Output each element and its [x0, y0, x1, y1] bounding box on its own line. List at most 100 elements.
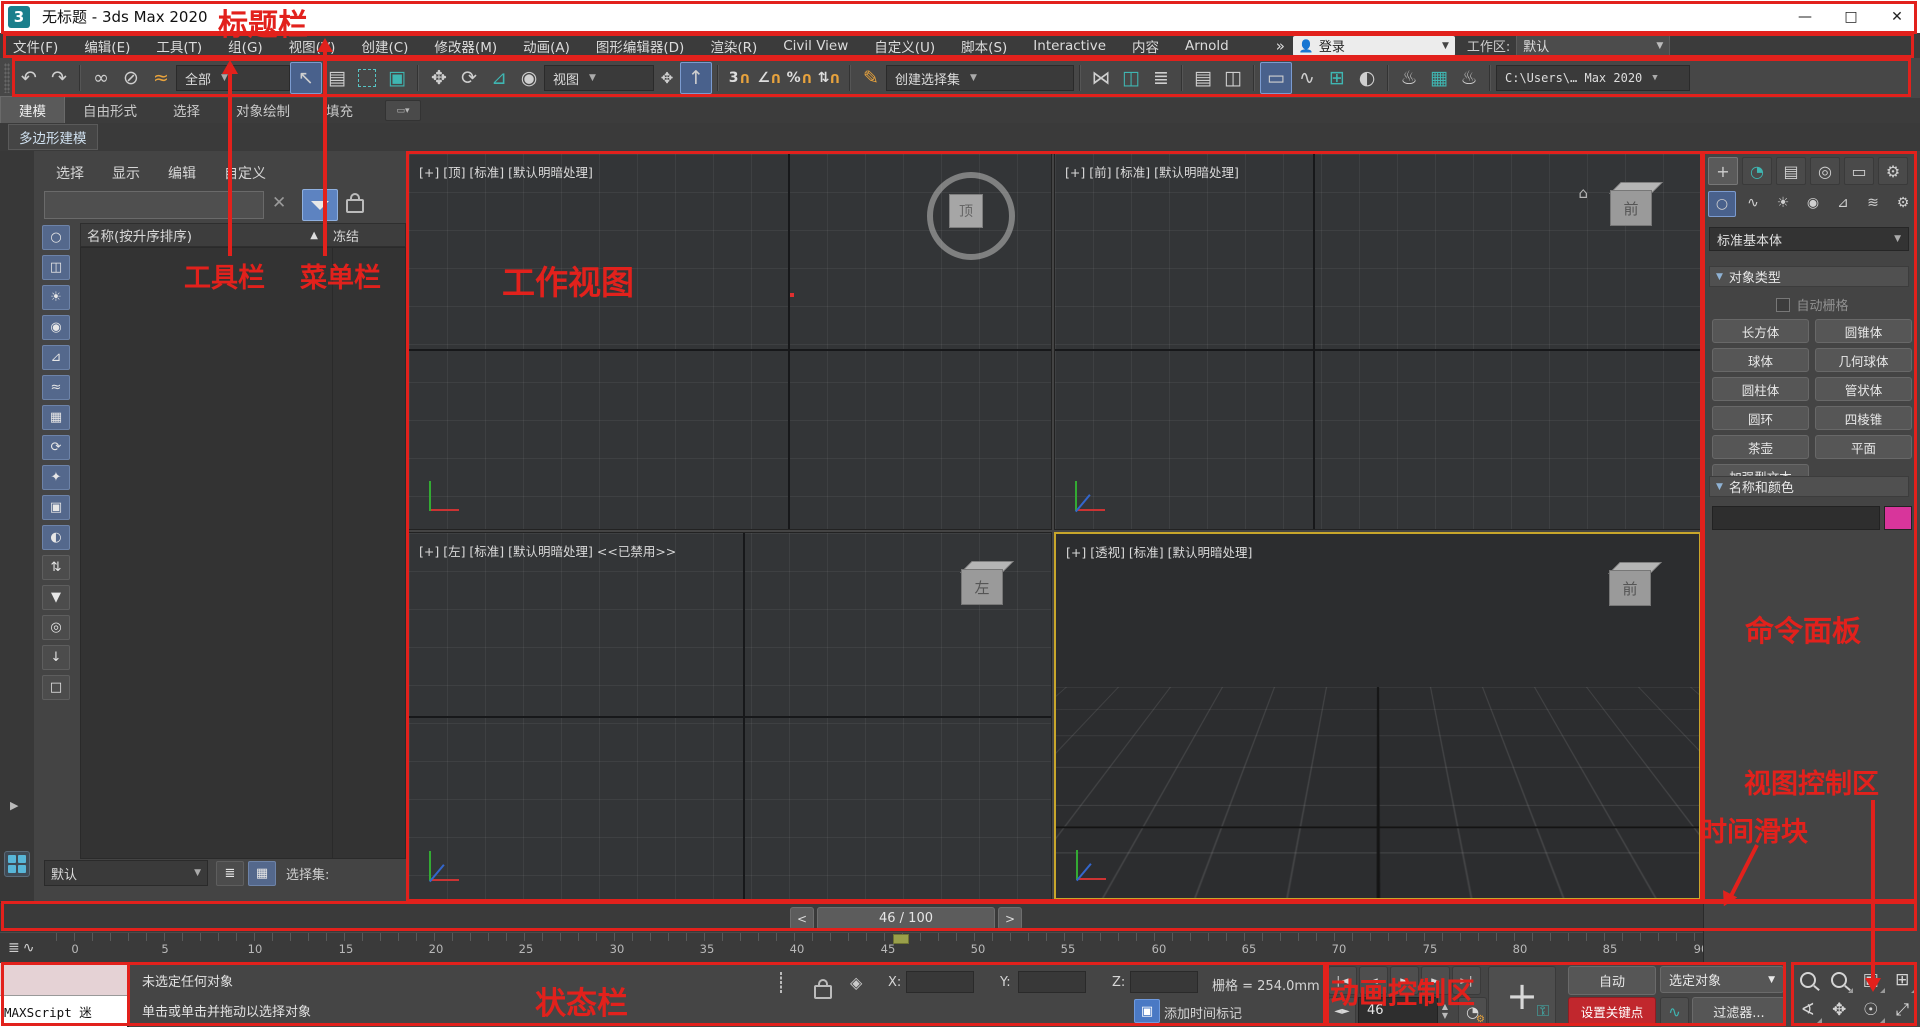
menu-file[interactable]: 文件(F): [0, 36, 71, 56]
toggle-layer-explorer-icon[interactable]: ▤: [1188, 63, 1218, 93]
sphere-button[interactable]: 球体: [1712, 348, 1809, 372]
pan-view-icon[interactable]: ✥: [1825, 996, 1855, 1024]
systems-category-icon[interactable]: ⚙: [1890, 191, 1916, 215]
pin-toggle-icon[interactable]: ↓: [42, 645, 70, 670]
display-groups-icon[interactable]: ▦: [42, 405, 70, 430]
display-helpers-icon[interactable]: ⊿: [42, 345, 70, 370]
key-scope-dropdown[interactable]: 选定对象 ▼: [1660, 966, 1784, 993]
window-crossing-icon[interactable]: ▣: [382, 63, 412, 93]
explorer-menu-edit[interactable]: 编辑: [168, 163, 196, 183]
display-shapes-icon[interactable]: ◫: [42, 255, 70, 280]
align-icon[interactable]: ◫: [1116, 63, 1146, 93]
minimize-button[interactable]: —: [1782, 0, 1828, 33]
maximize-button[interactable]: □: [1828, 0, 1874, 33]
motion-tab-icon[interactable]: ◎: [1810, 157, 1840, 185]
object-color-swatch[interactable]: [1884, 506, 1912, 530]
render-setup-icon[interactable]: ♨: [1394, 63, 1424, 93]
next-frame-icon[interactable]: ►: [1421, 966, 1450, 995]
viewport-front[interactable]: [+] [前] [标准] [默认明暗处理] ⌂ 前: [1054, 153, 1701, 530]
named-selection-set-dropdown[interactable]: 创建选择集 ▼: [886, 65, 1074, 91]
material-editor-icon[interactable]: ◐: [1352, 63, 1382, 93]
toolbar-grip[interactable]: [4, 63, 10, 93]
menu-content[interactable]: 内容: [1119, 36, 1172, 56]
filter-funnel-icon[interactable]: [302, 189, 338, 221]
z-coordinate-field[interactable]: [1130, 971, 1198, 993]
previous-frame-icon[interactable]: <: [790, 907, 814, 930]
viewcube-top[interactable]: 顶: [927, 172, 1015, 260]
helpers-category-icon[interactable]: ⊿: [1830, 191, 1856, 215]
ribbon-tab-modeling[interactable]: 建模: [0, 96, 65, 123]
ribbon-tab-selection[interactable]: 选择: [155, 97, 218, 123]
display-xrefs-icon[interactable]: ⟳: [42, 435, 70, 460]
viewcube-home-icon[interactable]: ⌂: [1578, 184, 1588, 202]
pyramid-button[interactable]: 四棱锥: [1815, 406, 1912, 430]
x-coordinate-field[interactable]: [906, 971, 974, 993]
explorer-menu-customize[interactable]: 自定义: [224, 163, 266, 183]
viewport-top-label[interactable]: [+] [顶] [标准] [默认明暗处理]: [419, 162, 593, 181]
viewport-perspective[interactable]: [+] [透视] [标准] [默认明暗处理] 前: [1054, 532, 1701, 900]
modify-tab-icon[interactable]: ◔: [1742, 157, 1772, 185]
use-center-icon[interactable]: ✥: [654, 63, 680, 93]
box-button[interactable]: 长方体: [1712, 319, 1809, 343]
snap-toggle-3d-icon[interactable]: 3U: [724, 63, 754, 93]
menu-group[interactable]: 组(G): [215, 36, 276, 56]
display-containers-icon[interactable]: ▣: [42, 495, 70, 520]
object-name-field[interactable]: [1712, 506, 1880, 530]
ribbon-tab-freeform[interactable]: 自由形式: [65, 97, 155, 123]
menu-arnold[interactable]: Arnold: [1172, 38, 1242, 54]
autogrid-checkbox[interactable]: [1776, 297, 1791, 312]
display-spacewarps-icon[interactable]: ≈: [42, 375, 70, 400]
plane-button[interactable]: 平面: [1815, 435, 1912, 459]
field-of-view-icon[interactable]: ∢: [1793, 996, 1823, 1024]
ribbon-toggle-icon[interactable]: ▭: [1260, 62, 1292, 94]
menu-graph-editors[interactable]: 图形编辑器(D): [583, 36, 697, 56]
reference-coordinate-dropdown[interactable]: 视图 ▼: [544, 65, 654, 91]
go-to-end-icon[interactable]: ►|: [1452, 966, 1481, 995]
object-type-rollout[interactable]: ▼ 对象类型: [1709, 266, 1909, 287]
grid-view-icon[interactable]: ▦: [248, 860, 276, 886]
sort-ascending-icon[interactable]: ▲: [310, 230, 318, 241]
cylinder-button[interactable]: 圆柱体: [1712, 377, 1809, 401]
percent-snap-icon[interactable]: % U: [784, 63, 814, 93]
select-rotate-icon[interactable]: ⟳: [454, 63, 484, 93]
menu-views[interactable]: 视图(V): [276, 36, 349, 56]
menu-scripting[interactable]: 脚本(S): [948, 36, 1020, 56]
frozen-column-header[interactable]: 冻结: [324, 224, 405, 246]
clear-search-icon[interactable]: ✕: [272, 193, 286, 213]
rect-selection-region-icon[interactable]: [352, 63, 382, 93]
link-icon[interactable]: ∞: [86, 63, 116, 93]
time-slider[interactable]: < 46 / 100 >: [0, 902, 1920, 933]
slate-material-icon[interactable]: ◫: [1218, 63, 1248, 93]
go-to-start-icon[interactable]: |◄: [1328, 966, 1357, 995]
frame-spinner[interactable]: ▲ ▼: [1438, 997, 1452, 1024]
zoom-extents-all-icon[interactable]: ⊞: [1888, 966, 1918, 994]
mirror-icon[interactable]: ⋈: [1086, 63, 1116, 93]
utilities-tab-icon[interactable]: ⚙: [1878, 157, 1908, 185]
menu-animation[interactable]: 动画(A): [510, 36, 583, 56]
menu-rendering[interactable]: 渲染(R): [697, 36, 770, 56]
menu-customize[interactable]: 自定义(U): [861, 36, 948, 56]
select-move-icon[interactable]: ✥: [424, 63, 454, 93]
key-filters-button[interactable]: 过滤器...: [1692, 997, 1786, 1026]
current-frame-indicator[interactable]: 46 / 100: [817, 907, 995, 930]
selection-lock-icon[interactable]: [814, 971, 832, 999]
container-box-icon[interactable]: □: [42, 675, 70, 700]
menu-edit[interactable]: 编辑(E): [71, 36, 143, 56]
spacewarps-category-icon[interactable]: ≋: [1860, 191, 1886, 215]
select-object-icon[interactable]: ↖: [290, 62, 322, 94]
listener-macro-row[interactable]: [0, 963, 127, 995]
time-tag-cube-icon[interactable]: ▣: [1134, 999, 1160, 1023]
schematic-view-icon[interactable]: ⊞: [1322, 63, 1352, 93]
display-tab-icon[interactable]: ▭: [1844, 157, 1874, 185]
select-place-icon[interactable]: ◉: [514, 63, 544, 93]
viewport-layout-tab-icon[interactable]: [4, 851, 30, 877]
viewport-left[interactable]: [+] [左] [标准] [默认明暗处理] <<已禁用>> 左: [408, 532, 1052, 900]
project-folder-dropdown[interactable]: C:\Users\… Max 2020 ▼: [1496, 65, 1690, 91]
geometry-category-dropdown[interactable]: 标准基本体 ▼: [1709, 227, 1909, 251]
app-logo-icon[interactable]: 3: [8, 5, 30, 28]
viewport-front-label[interactable]: [+] [前] [标准] [默认明暗处理]: [1065, 162, 1239, 181]
maximize-viewport-toggle-icon[interactable]: ⤢: [1888, 996, 1918, 1024]
cone-button[interactable]: 圆锥体: [1815, 319, 1912, 343]
ribbon-tab-populate[interactable]: 填充: [308, 97, 371, 123]
filter-toggle-icon[interactable]: ▼: [42, 585, 70, 610]
